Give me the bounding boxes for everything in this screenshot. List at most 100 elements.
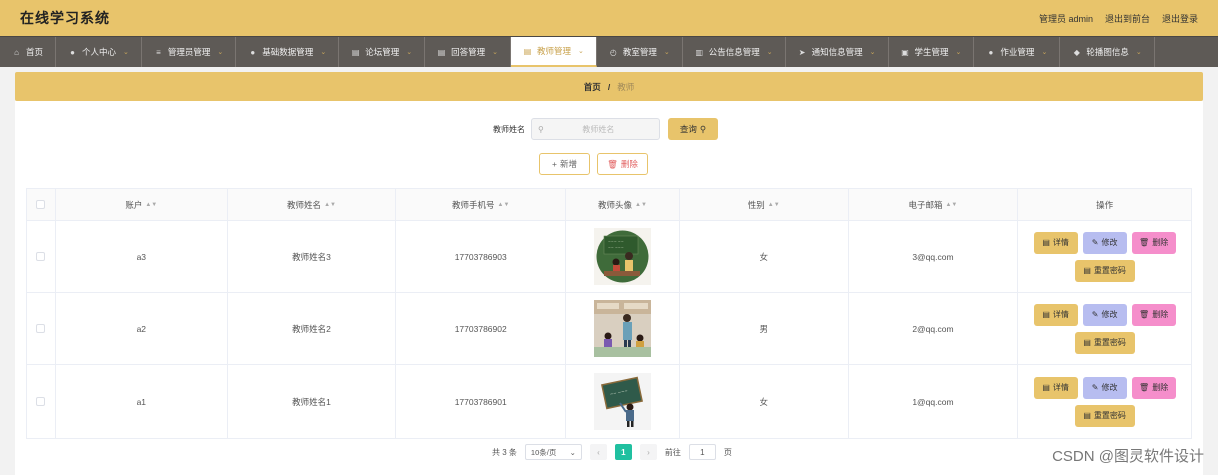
row-checkbox[interactable] — [36, 252, 46, 261]
delete-label: 删除 — [620, 159, 638, 169]
nav-item-label: 教师管理 — [536, 46, 571, 56]
delete-button[interactable]: 🗑 删除 — [597, 153, 648, 175]
chevron-down-icon: ⌄ — [320, 49, 327, 56]
edit-icon: ✎ — [1091, 238, 1099, 247]
header-avatar[interactable]: 教师头像 ▲▼ — [566, 189, 680, 220]
top-links: 管理员 admin 退出到前台 退出登录 — [1039, 12, 1198, 25]
header-phone[interactable]: 教师手机号 ▲▼ — [396, 189, 567, 220]
trash-icon: 🗑 — [1139, 383, 1150, 392]
nav-item-12[interactable]: ◆ 轮播图信息 ⌄ — [1060, 37, 1155, 67]
breadcrumb-home[interactable]: 首页 — [584, 81, 601, 93]
nav-item-label: 轮播图信息 — [1086, 47, 1129, 57]
svg-text:~~~ ~~: ~~~ ~~ — [608, 240, 624, 244]
document-icon: ▤ — [351, 47, 360, 57]
document-icon: ▤ — [1083, 411, 1091, 420]
trash-icon: 🗑 — [1139, 238, 1150, 247]
goto-input[interactable]: 1 — [688, 444, 716, 460]
search-box[interactable]: ⚲ — [531, 118, 660, 140]
nav-item-1[interactable]: ● 个人中心 ⌄ — [56, 37, 142, 67]
chevron-left-icon: ‹ — [597, 447, 600, 457]
header-ops: 操作 — [1096, 199, 1114, 210]
sort-icon: ▲▼ — [945, 201, 958, 208]
logout-link[interactable]: 退出登录 — [1162, 12, 1198, 25]
header-name[interactable]: 教师姓名 ▲▼ — [228, 189, 397, 220]
teacher-avatar[interactable]: ~~~ ~~ ~~ ~~~ — [593, 228, 651, 285]
chevron-down-icon: ⌄ — [569, 447, 576, 457]
reset-password-button[interactable]: ▤ 重置密码 — [1074, 259, 1135, 282]
cell-account: a2 — [56, 293, 228, 364]
table-row: a2 教师姓名2 17703786902 男 2@qq.com ▤ 详情 ✎ 修… — [27, 293, 1191, 365]
sort-icon: ▲▼ — [635, 201, 647, 208]
search-icon: ⚲ — [699, 123, 707, 134]
sort-icon: ▲▼ — [145, 201, 158, 208]
total-count: 共 3 条 — [492, 447, 517, 457]
chevron-down-icon: ⌄ — [955, 49, 962, 56]
add-button[interactable]: + 新增 — [539, 153, 590, 175]
chevron-down-icon: ⌄ — [577, 48, 584, 55]
send-icon: ➤ — [798, 47, 806, 57]
page-size-select[interactable]: 10条/页 ⌄ — [524, 444, 582, 460]
chart-icon: ▥ — [695, 47, 704, 57]
edit-button[interactable]: ✎ 修改 — [1082, 231, 1127, 254]
detail-button[interactable]: ▤ 详情 — [1033, 231, 1078, 254]
nav-item-3[interactable]: ● 基础数据管理 ⌄ — [236, 37, 340, 67]
nav-item-0[interactable]: ⌂ 首页 — [0, 37, 57, 67]
nav-item-label: 公告信息管理 — [708, 47, 760, 57]
document-icon: ▤ — [1083, 338, 1091, 347]
chevron-down-icon: ⌄ — [663, 49, 670, 56]
search-input[interactable] — [543, 124, 653, 134]
sort-icon: ▲▼ — [767, 201, 780, 208]
edit-button[interactable]: ✎ 修改 — [1082, 303, 1127, 326]
row-delete-button[interactable]: 🗑 删除 — [1131, 231, 1176, 254]
row-delete-button[interactable]: 🗑 删除 — [1131, 376, 1176, 399]
cell-email: 2@qq.com — [849, 293, 1019, 364]
teacher-avatar[interactable] — [593, 300, 651, 357]
edit-button[interactable]: ✎ 修改 — [1082, 376, 1127, 399]
select-all-checkbox[interactable] — [36, 200, 46, 209]
nav-item-9[interactable]: ➤ 通知信息管理 ⌄ — [786, 37, 889, 67]
table-row: a1 教师姓名1 17703786901 ~~ ~~~ 女 1@qq.com ▤… — [27, 365, 1191, 438]
table-row: a3 教师姓名3 17703786903 ~~~ ~~ ~~ ~~~ 女 3@q… — [27, 221, 1191, 293]
next-page-button[interactable]: › — [639, 444, 657, 460]
chevron-down-icon: ⌄ — [1135, 49, 1142, 56]
chevron-down-icon: ⌄ — [766, 49, 773, 56]
detail-button[interactable]: ▤ 详情 — [1033, 376, 1078, 399]
nav-item-11[interactable]: ● 作业管理 ⌄ — [974, 37, 1061, 67]
detail-button[interactable]: ▤ 详情 — [1033, 303, 1078, 326]
user-icon: ● — [70, 47, 75, 57]
cell-account: a1 — [56, 365, 228, 438]
nav-item-4[interactable]: ▤ 论坛管理 ⌄ — [339, 37, 426, 67]
reset-password-button[interactable]: ▤ 重置密码 — [1074, 404, 1135, 427]
nav-item-8[interactable]: ▥ 公告信息管理 ⌄ — [683, 37, 786, 67]
query-button[interactable]: 查询 ⚲ — [668, 118, 718, 140]
nav-item-6[interactable]: ▤ 教师管理 ⌄ — [510, 37, 597, 67]
row-checkbox[interactable] — [36, 324, 46, 333]
row-checkbox[interactable] — [36, 397, 46, 406]
nav-item-10[interactable]: ▣ 学生管理 ⌄ — [889, 37, 975, 67]
front-link[interactable]: 退出到前台 — [1105, 12, 1150, 25]
row-delete-button[interactable]: 🗑 删除 — [1131, 303, 1176, 326]
user-icon: ● — [988, 47, 994, 57]
nav-item-2[interactable]: ≡ 管理员管理 ⌄ — [142, 37, 237, 67]
prev-page-button[interactable]: ‹ — [589, 444, 607, 460]
nav-item-7[interactable]: ◴ 教室管理 ⌄ — [597, 37, 683, 67]
header-account[interactable]: 账户 ▲▼ — [56, 189, 228, 220]
chevron-down-icon: ⌄ — [869, 49, 876, 56]
add-label: 新增 — [559, 159, 577, 169]
document-icon: ▤ — [523, 46, 532, 56]
page-number[interactable]: 1 — [614, 444, 632, 460]
reset-password-button[interactable]: ▤ 重置密码 — [1074, 331, 1135, 354]
search-label: 教师姓名 — [493, 124, 525, 134]
list-icon: ≡ — [156, 47, 161, 57]
teacher-avatar[interactable]: ~~ ~~~ — [593, 373, 651, 430]
location-icon: ◆ — [1073, 47, 1080, 57]
nav-item-label: 首页 — [26, 47, 44, 57]
document-icon: ▤ — [1042, 238, 1050, 247]
nav-item-label: 基础数据管理 — [262, 47, 314, 57]
page-unit: 页 — [723, 447, 732, 457]
nav-item-5[interactable]: ▤ 回答管理 ⌄ — [425, 37, 511, 67]
breadcrumb: 首页 / 教师 — [15, 72, 1203, 101]
header-email[interactable]: 电子邮箱 ▲▼ — [849, 189, 1019, 220]
document-icon: ▤ — [1042, 383, 1050, 392]
header-gender[interactable]: 性别 ▲▼ — [680, 189, 849, 220]
